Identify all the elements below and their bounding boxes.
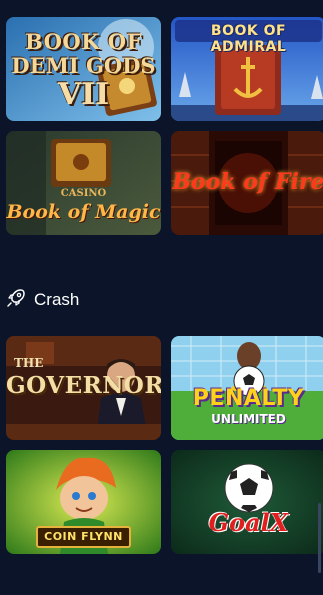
game-title-line-1: BOOK OF xyxy=(25,29,142,54)
game-art-goalx xyxy=(171,450,323,554)
game-title: PENALTY xyxy=(192,386,305,411)
game-subtitle: CASINO xyxy=(60,188,107,199)
game-title: GoalX xyxy=(208,508,289,537)
scrollbar[interactable] xyxy=(318,503,321,573)
game-tile-book-of-fire[interactable]: Book of Fire xyxy=(171,131,323,235)
game-title: BOOK OF ADMIRAL xyxy=(210,23,287,55)
game-title: Book of Fire xyxy=(172,169,323,195)
game-tile-book-of-magic[interactable]: CASINO Book of Magic xyxy=(6,131,161,235)
game-tile-coin-flynn[interactable]: COIN FLYNN xyxy=(6,450,161,554)
game-title-line-2: DEMI GODS xyxy=(11,53,156,78)
game-title: COIN FLYNN xyxy=(44,530,123,543)
crash-games-grid: THE GOVERNOR PENALTY UNLIMITED COIN FLYN… xyxy=(6,336,323,554)
game-tile-the-governor[interactable]: THE GOVERNOR xyxy=(6,336,161,440)
game-title: Book of Magic xyxy=(6,201,161,223)
book-games-grid: BOOK OF DEMI GODS VII BOOK OF ADMIRAL CA… xyxy=(6,17,323,235)
game-tile-penalty-unlimited[interactable]: PENALTY UNLIMITED xyxy=(171,336,323,440)
game-title: GOVERNOR xyxy=(6,372,161,399)
game-tile-book-of-admiral[interactable]: BOOK OF ADMIRAL xyxy=(171,17,323,121)
game-tile-book-of-demi-gods-vii[interactable]: BOOK OF DEMI GODS VII xyxy=(6,17,161,121)
rocket-icon xyxy=(6,288,26,313)
game-title-line-3: VII xyxy=(57,77,110,112)
game-title-prefix: THE xyxy=(14,356,44,370)
game-tile-goalx[interactable]: GoalX xyxy=(171,450,323,554)
game-subtitle: UNLIMITED xyxy=(211,412,286,426)
section-title: Crash xyxy=(34,290,80,309)
section-header-crash: Crash xyxy=(6,288,79,312)
